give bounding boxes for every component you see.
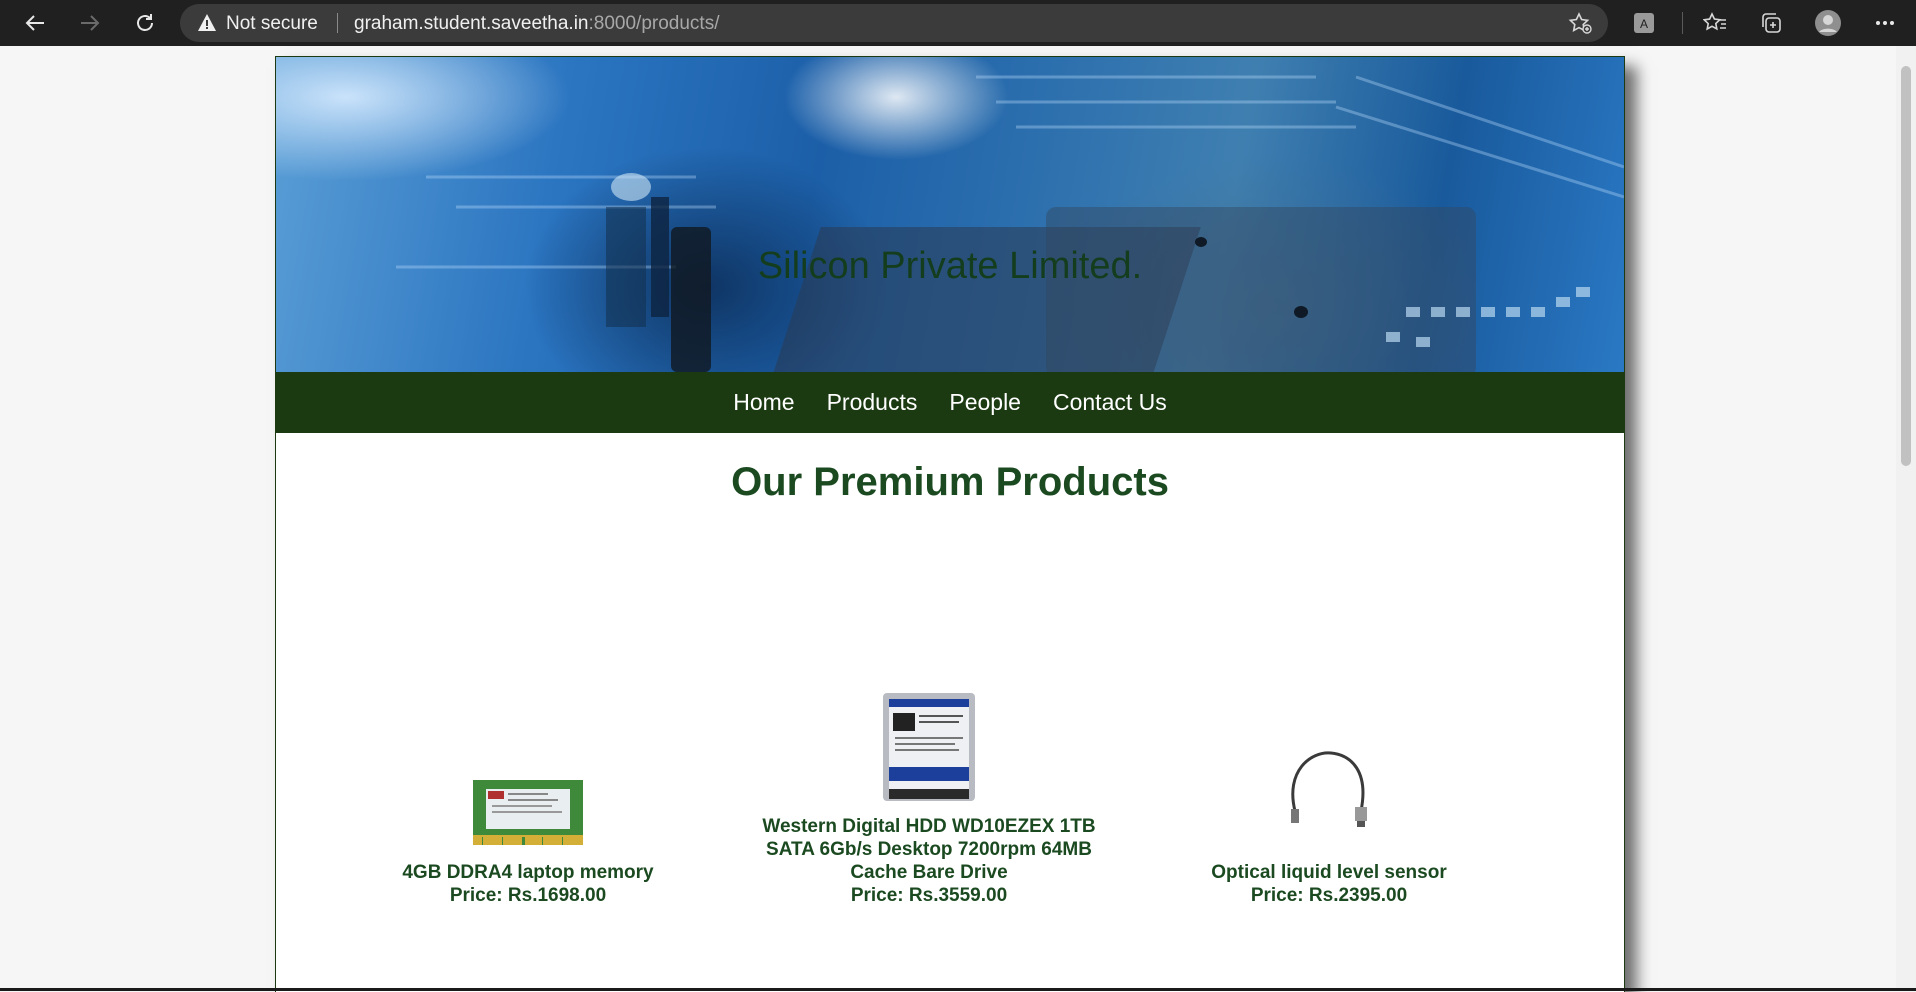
extension-icon[interactable]: A <box>1629 8 1659 38</box>
page-heading: Our Premium Products <box>731 460 1169 504</box>
more-icon[interactable] <box>1870 8 1900 38</box>
security-label[interactable]: Not secure <box>226 13 318 35</box>
favorites-icon[interactable] <box>1700 8 1730 38</box>
url-text[interactable]: graham.student.saveetha.in:8000/products… <box>354 13 719 35</box>
add-favorite-icon[interactable] <box>1568 12 1592 39</box>
browser-toolbar: Not secure graham.student.saveetha.in:80… <box>0 0 1916 46</box>
profile-icon[interactable] <box>1813 8 1843 38</box>
vertical-scrollbar[interactable] <box>1896 46 1916 991</box>
product-card[interactable]: 4GB DDRA4 laptop memory Price: Rs.1698.0… <box>328 627 728 907</box>
url-host: graham.student.saveetha.in <box>354 13 589 34</box>
product-name: 4GB DDRA4 laptop memory <box>402 862 654 883</box>
product-name: Optical liquid level sensor <box>1211 862 1447 883</box>
product-price: Price: Rs.2395.00 <box>1250 885 1408 906</box>
address-separator <box>337 13 338 33</box>
ram-module-image <box>473 780 583 845</box>
header-banner: Silicon Private Limited. <box>276 57 1624 372</box>
toolbar-separator <box>1682 12 1683 34</box>
site-title: Silicon Private Limited. <box>757 245 1143 287</box>
collections-icon[interactable] <box>1756 8 1786 38</box>
nav-people[interactable]: People <box>949 389 1021 416</box>
page-container: Silicon Private Limited. Home Products P… <box>275 56 1625 992</box>
product-card[interactable]: Western Digital HDD WD10EZEX 1TB SATA 6G… <box>729 627 1129 907</box>
main-nav: Home Products People Contact Us <box>276 372 1624 433</box>
address-bar[interactable]: Not secure graham.student.saveetha.in:80… <box>180 4 1608 42</box>
nav-products[interactable]: Products <box>827 389 918 416</box>
nav-home[interactable]: Home <box>733 389 794 416</box>
svg-text:A: A <box>1640 17 1648 31</box>
url-path: :8000/products/ <box>588 13 720 34</box>
back-arrow-icon[interactable] <box>17 5 53 41</box>
product-price: Price: Rs.1698.00 <box>449 885 607 906</box>
scrollbar-thumb[interactable] <box>1901 66 1911 466</box>
warning-icon <box>197 13 217 38</box>
refresh-icon[interactable] <box>127 5 163 41</box>
product-price: Price: Rs.3559.00 <box>850 885 1008 906</box>
circuit-board-image <box>396 75 1624 372</box>
product-card[interactable]: Optical liquid level sensor Price: Rs.23… <box>1129 627 1529 907</box>
nav-contact-us[interactable]: Contact Us <box>1053 389 1167 416</box>
forward-arrow-icon[interactable] <box>72 5 108 41</box>
product-name: Western Digital HDD WD10EZEX 1TB SATA 6G… <box>762 816 1096 883</box>
sensor-cable-image <box>1291 751 1367 827</box>
hard-drive-image <box>883 693 975 801</box>
